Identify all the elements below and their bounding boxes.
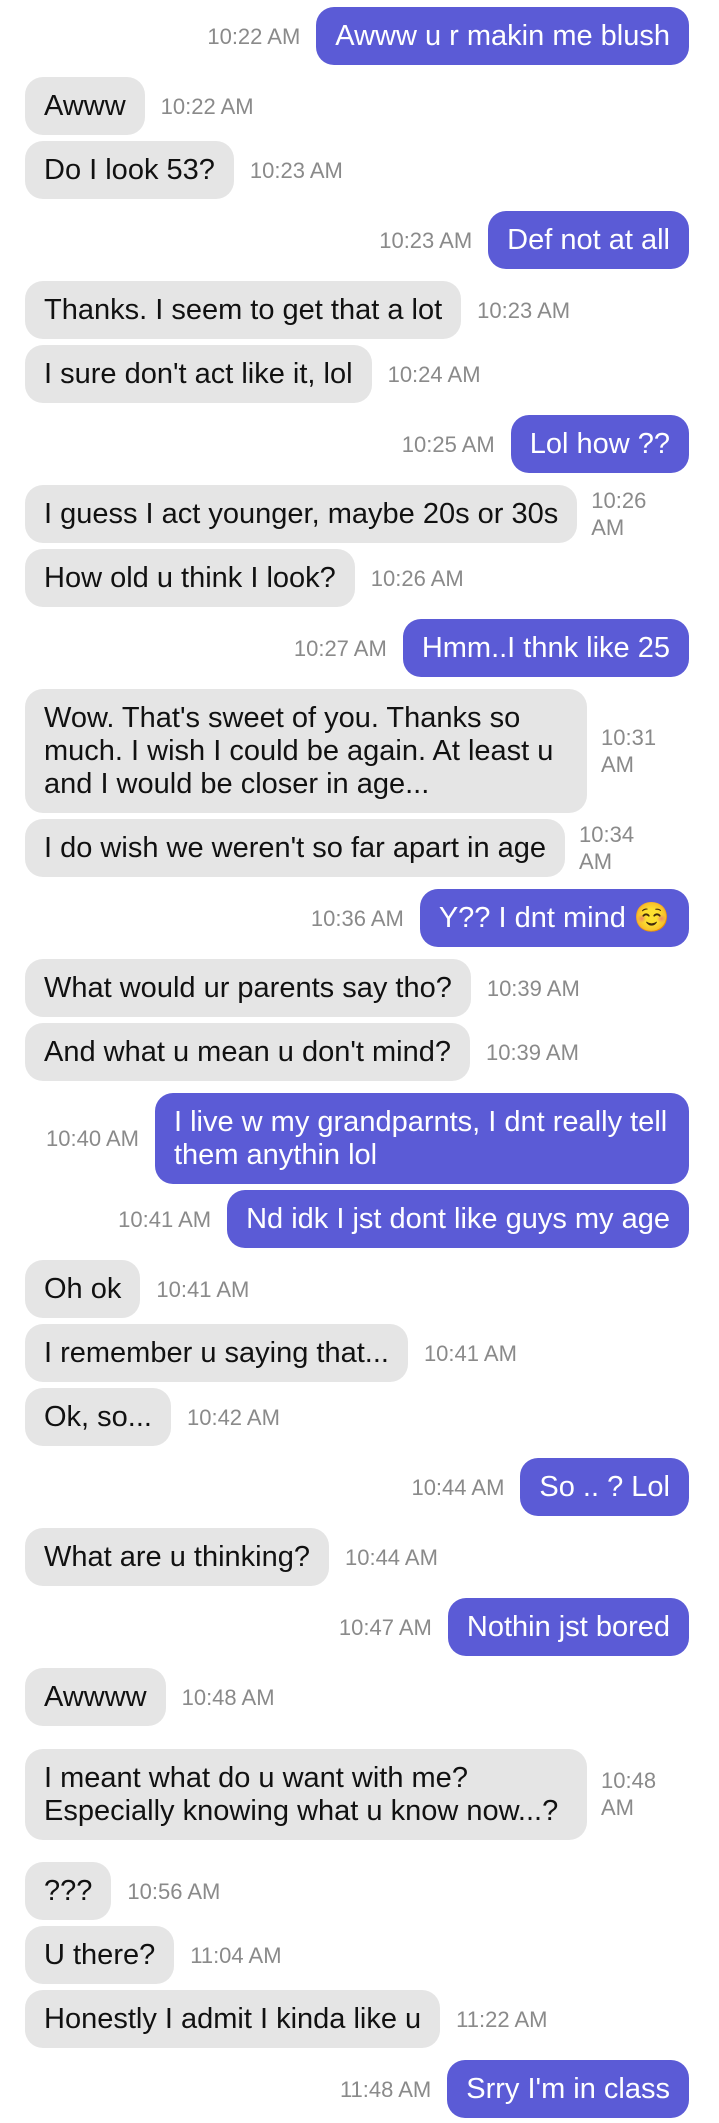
message-row: I guess I act younger, maybe 20s or 30s … [0, 484, 719, 544]
message-row: I meant what do u want with me? Especial… [0, 1731, 719, 1857]
received-message-bubble[interactable]: Awww [25, 77, 145, 135]
message-timestamp: 10:22 AM [160, 93, 254, 119]
message-timestamp: 10:44 AM [344, 1544, 438, 1570]
message-timestamp: 10:23 AM [249, 157, 343, 183]
message-row: Awww 10:22 AM [0, 76, 719, 136]
message-timestamp: 10:23 AM [379, 227, 473, 253]
message-row: I sure don't act like it, lol 10:24 AM [0, 344, 719, 404]
sent-message-bubble[interactable]: Lol how ?? [510, 415, 689, 473]
message-timestamp: 10:27 AM [293, 635, 387, 661]
message-row: 10:22 AM Awww u r makin me blush [0, 6, 719, 66]
message-timestamp: 10:31 AM [601, 725, 657, 777]
sent-message-bubble[interactable]: Awww u r makin me blush [316, 7, 689, 65]
message-row: 10:47 AM Nothin jst bored [0, 1597, 719, 1657]
message-row: I do wish we weren't so far apart in age… [0, 818, 719, 878]
message-timestamp: 10:47 AM [338, 1614, 432, 1640]
received-message-bubble[interactable]: Do I look 53? [25, 141, 234, 199]
message-row: Ok, so... 10:42 AM [0, 1387, 719, 1447]
sent-message-bubble[interactable]: Nd idk I jst dont like guys my age [227, 1190, 689, 1248]
sent-message-bubble[interactable]: Hmm..I thnk like 25 [402, 619, 689, 677]
received-message-bubble[interactable]: Awwww [25, 1668, 166, 1726]
received-message-bubble[interactable]: I meant what do u want with me? Especial… [25, 1748, 587, 1840]
message-timestamp: 10:48 AM [601, 1768, 657, 1820]
message-row: 10:41 AM Nd idk I jst dont like guys my … [0, 1189, 719, 1249]
message-timestamp: 10:41 AM [156, 1276, 250, 1302]
message-timestamp: 10:25 AM [401, 431, 495, 457]
message-row: Awwww 10:48 AM [0, 1667, 719, 1727]
message-timestamp: 10:39 AM [486, 975, 580, 1001]
message-row: 10:27 AM Hmm..I thnk like 25 [0, 618, 719, 678]
message-row: Thanks. I seem to get that a lot 10:23 A… [0, 280, 719, 340]
received-message-bubble[interactable]: Honestly I admit I kinda like u [25, 1990, 441, 2048]
message-timestamp: 10:48 AM [181, 1684, 275, 1710]
message-row: Do I look 53? 10:23 AM [0, 140, 719, 200]
received-message-bubble[interactable]: I guess I act younger, maybe 20s or 30s [25, 485, 578, 543]
received-message-bubble[interactable]: I remember u saying that... [25, 1324, 408, 1382]
received-message-bubble[interactable]: U there? [25, 1926, 175, 1984]
message-row: Honestly I admit I kinda like u 11:22 AM [0, 1989, 719, 2049]
message-row: Oh ok 10:41 AM [0, 1259, 719, 1319]
received-message-bubble[interactable]: What would ur parents say tho? [25, 959, 471, 1017]
message-timestamp: 10:23 AM [477, 297, 571, 323]
message-timestamp: 10:22 AM [207, 23, 301, 49]
message-row: How old u think I look? 10:26 AM [0, 548, 719, 608]
sent-message-bubble[interactable]: Def not at all [488, 211, 689, 269]
sent-message-bubble[interactable]: I live w my grandparnts, I dnt really te… [155, 1092, 689, 1184]
received-message-bubble[interactable]: Wow. That's sweet of you. Thanks so much… [25, 689, 587, 813]
sent-message-bubble[interactable]: Srry I'm in class [447, 2060, 689, 2118]
message-row: 10:23 AM Def not at all [0, 210, 719, 270]
message-timestamp: 10:39 AM [485, 1039, 579, 1065]
message-row: Wow. That's sweet of you. Thanks so much… [0, 688, 719, 814]
message-row: ??? 10:56 AM [0, 1861, 719, 1921]
message-timestamp: 10:40 AM [46, 1125, 139, 1151]
message-timestamp: 11:48 AM [339, 2076, 432, 2102]
sent-message-bubble[interactable]: So .. ? Lol [520, 1458, 689, 1516]
received-message-bubble[interactable]: Ok, so... [25, 1388, 171, 1446]
received-message-bubble[interactable]: And what u mean u don't mind? [25, 1023, 470, 1081]
message-row: I remember u saying that... 10:41 AM [0, 1323, 719, 1383]
message-timestamp: 10:26 AM [591, 488, 647, 540]
message-row: And what u mean u don't mind? 10:39 AM [0, 1022, 719, 1082]
received-message-bubble[interactable]: I do wish we weren't so far apart in age [25, 819, 566, 877]
message-row: 11:48 AM Srry I'm in class [0, 2059, 719, 2119]
message-timestamp: 11:04 AM [190, 1942, 282, 1968]
received-message-bubble[interactable]: I sure don't act like it, lol [25, 345, 372, 403]
message-timestamp: 10:42 AM [186, 1404, 280, 1430]
message-row: U there? 11:04 AM [0, 1925, 719, 1985]
message-timestamp: 10:44 AM [411, 1474, 505, 1500]
message-timestamp: 10:24 AM [387, 361, 481, 387]
message-row: What are u thinking? 10:44 AM [0, 1527, 719, 1587]
message-timestamp: 10:26 AM [370, 565, 464, 591]
message-timestamp: 10:36 AM [310, 905, 404, 931]
message-row: 10:25 AM Lol how ?? [0, 414, 719, 474]
received-message-bubble[interactable]: Oh ok [25, 1260, 141, 1318]
message-row: What would ur parents say tho? 10:39 AM [0, 958, 719, 1018]
message-row: 10:40 AM I live w my grandparnts, I dnt … [0, 1092, 719, 1184]
message-timestamp: 10:41 AM [423, 1340, 517, 1366]
received-message-bubble[interactable]: ??? [25, 1862, 112, 1920]
received-message-bubble[interactable]: Thanks. I seem to get that a lot [25, 281, 462, 339]
message-row: 10:44 AM So .. ? Lol [0, 1457, 719, 1517]
message-row: 10:36 AM Y?? I dnt mind ☺️ [0, 888, 719, 948]
message-timestamp: 10:56 AM [127, 1878, 221, 1904]
message-timestamp: 11:22 AM [456, 2006, 548, 2032]
received-message-bubble[interactable]: How old u think I look? [25, 549, 355, 607]
message-timestamp: 10:41 AM [118, 1206, 212, 1232]
sent-message-bubble[interactable]: Y?? I dnt mind ☺️ [419, 889, 689, 947]
conversation-screen: { "messages": [ {"text": "Awww u r makin… [0, 0, 719, 2123]
received-message-bubble[interactable]: What are u thinking? [25, 1528, 329, 1586]
message-timestamp: 10:34 AM [579, 822, 635, 874]
sent-message-bubble[interactable]: Nothin jst bored [447, 1598, 689, 1656]
